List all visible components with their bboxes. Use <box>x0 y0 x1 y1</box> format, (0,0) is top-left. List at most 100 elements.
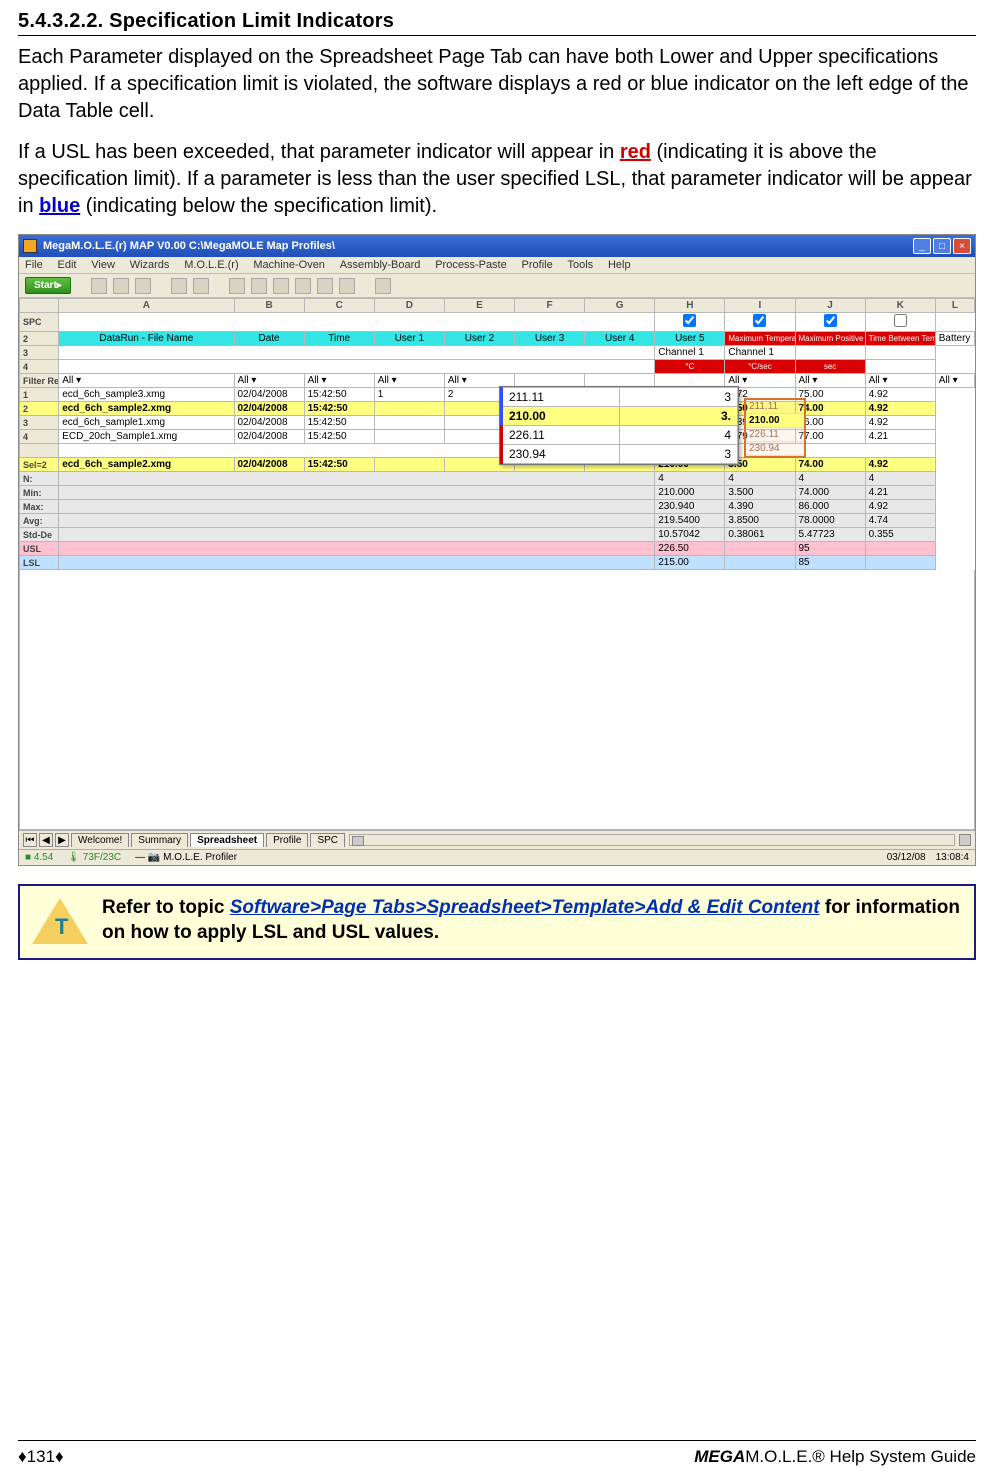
maximize-button[interactable]: □ <box>933 238 951 254</box>
row-2: 2 <box>20 332 59 346</box>
col-K[interactable]: K <box>865 299 935 313</box>
tool-icon[interactable] <box>229 278 245 294</box>
horizontal-scrollbar[interactable] <box>349 834 955 846</box>
toolbar: Start▸ <box>19 274 975 298</box>
start-label: Start <box>34 280 57 291</box>
app-window: MegaM.O.L.E.(r) MAP V0.00 C:\MegaMOLE Ma… <box>18 234 976 866</box>
callout-popup: 211.113 210.003. 226.114 230.943 <box>499 386 739 465</box>
stat-std: Std-De 10.57042 0.38061 5.47723 0.355 <box>20 528 975 542</box>
menu-view[interactable]: View <box>91 259 115 271</box>
close-button[interactable]: × <box>953 238 971 254</box>
section-heading: 5.4.3.2.2. Specification Limit Indicator… <box>18 10 976 36</box>
filter-label[interactable]: Filter Reset <box>20 374 59 388</box>
filter-all[interactable]: All ▾ <box>374 374 444 388</box>
cell-ch1a: Channel 1 <box>655 346 725 360</box>
hdr-datarun: DataRun - File Name <box>59 332 234 346</box>
row-usl: USL 226.50 95 <box>20 542 975 556</box>
row-spc: SPC <box>20 313 59 332</box>
col-B[interactable]: B <box>234 299 304 313</box>
spc-check-l[interactable] <box>894 314 907 327</box>
col-I[interactable]: I <box>725 299 795 313</box>
tool-icon[interactable] <box>91 278 107 294</box>
menu-assembly[interactable]: Assembly-Board <box>340 259 421 271</box>
spreadsheet-area: A B C D E F G H I J K L SPC <box>19 298 975 830</box>
red-word: red <box>620 141 651 163</box>
col-E[interactable]: E <box>444 299 514 313</box>
worksheet-tabs: ⏮ ◀ ▶ Welcome! Summary Spreadsheet Profi… <box>19 830 975 849</box>
table-row[interactable]: 3 ecd_6ch_sample1.xmg 02/04/2008 15:42:5… <box>20 416 975 430</box>
filter-all[interactable]: All ▾ <box>234 374 304 388</box>
menu-bar: File Edit View Wizards M.O.L.E.(r) Machi… <box>19 257 975 274</box>
table-row[interactable]: 1 ecd_6ch_sample3.xmg 02/04/2008 15:42:5… <box>20 388 975 402</box>
filter-all[interactable]: All ▾ <box>935 374 974 388</box>
status-bar: ■ 4.54 🌡 73F/23C — 📷 M.O.L.E. Profiler 0… <box>19 849 975 865</box>
filter-all[interactable]: All ▾ <box>304 374 374 388</box>
hdr-battery: Battery <box>935 332 974 346</box>
tab-nav-next[interactable]: ▶ <box>55 833 69 847</box>
empty-grid-area <box>19 570 975 830</box>
filter-all[interactable]: All ▾ <box>865 374 935 388</box>
unit-csec: °C/sec <box>725 360 795 374</box>
filter-all[interactable]: All ▾ <box>795 374 865 388</box>
spreadsheet-table[interactable]: A B C D E F G H I J K L SPC <box>19 298 975 570</box>
tab-summary[interactable]: Summary <box>131 833 188 847</box>
filter-all-a[interactable]: All ▾ <box>59 374 234 388</box>
table-row-selected[interactable]: 2 ecd_6ch_sample2.xmg 02/04/2008 15:42:5… <box>20 402 975 416</box>
tab-spc[interactable]: SPC <box>310 833 345 847</box>
col-A[interactable]: A <box>59 299 234 313</box>
col-C[interactable]: C <box>304 299 374 313</box>
col-D[interactable]: D <box>374 299 444 313</box>
menu-file[interactable]: File <box>25 259 43 271</box>
col-J[interactable]: J <box>795 299 865 313</box>
tool-icon[interactable] <box>295 278 311 294</box>
tool-icon[interactable] <box>317 278 333 294</box>
tab-profile[interactable]: Profile <box>266 833 308 847</box>
col-G[interactable]: G <box>585 299 655 313</box>
scroll-right-button[interactable] <box>959 834 971 846</box>
col-F[interactable]: F <box>515 299 585 313</box>
tool-icon[interactable] <box>171 278 187 294</box>
col-L[interactable]: L <box>935 299 974 313</box>
minimize-button[interactable]: _ <box>913 238 931 254</box>
tool-icon[interactable] <box>113 278 129 294</box>
tool-icon[interactable] <box>273 278 289 294</box>
stat-min: Min: 210.000 3.500 74.000 4.21 <box>20 486 975 500</box>
menu-wizards[interactable]: Wizards <box>130 259 170 271</box>
menu-mole[interactable]: M.O.L.E.(r) <box>184 259 238 271</box>
status-time: 13:08:4 <box>936 852 969 863</box>
help-icon[interactable] <box>375 278 391 294</box>
tool-icon[interactable] <box>339 278 355 294</box>
table-row[interactable]: 4 ECD_20ch_Sample1.xmg 02/04/2008 15:42:… <box>20 430 975 444</box>
tool-icon[interactable] <box>193 278 209 294</box>
menu-help[interactable]: Help <box>608 259 631 271</box>
menu-machine[interactable]: Machine-Oven <box>253 259 325 271</box>
hdr-user4: User 4 <box>585 332 655 346</box>
menu-process[interactable]: Process-Paste <box>435 259 507 271</box>
tab-nav-first[interactable]: ⏮ <box>23 833 37 847</box>
spc-check-k[interactable] <box>824 314 837 327</box>
menu-edit[interactable]: Edit <box>58 259 77 271</box>
stat-n: N: 4 4 4 4 <box>20 472 975 486</box>
cell-ch1b: Channel 1 <box>725 346 795 360</box>
unit-c: °C <box>655 360 725 374</box>
tool-icon[interactable] <box>135 278 151 294</box>
menu-tools[interactable]: Tools <box>567 259 593 271</box>
corner-cell <box>20 299 59 313</box>
tab-spreadsheet[interactable]: Spreadsheet <box>190 833 264 847</box>
col-H[interactable]: H <box>655 299 725 313</box>
tool-icon[interactable] <box>251 278 267 294</box>
start-button[interactable]: Start▸ <box>25 277 71 294</box>
section-number: 5.4.3.2.2. <box>18 10 103 32</box>
sel-row[interactable]: Sel=2 ecd_6ch_sample2.xmg 02/04/2008 15:… <box>20 458 975 472</box>
app-icon <box>23 239 37 253</box>
hdr-time: Time <box>304 332 374 346</box>
spc-check-i[interactable] <box>683 314 696 327</box>
tip-link[interactable]: Software>Page Tabs>Spreadsheet>Template>… <box>230 897 820 918</box>
status-temp: 73F/23C <box>83 852 121 863</box>
tab-welcome[interactable]: Welcome! <box>71 833 129 847</box>
hdr-user1: User 1 <box>374 332 444 346</box>
spc-check-j[interactable] <box>753 314 766 327</box>
tab-nav-prev[interactable]: ◀ <box>39 833 53 847</box>
menu-profile[interactable]: Profile <box>522 259 553 271</box>
hdr-maxtemp: Maximum Temperature <box>725 332 795 346</box>
